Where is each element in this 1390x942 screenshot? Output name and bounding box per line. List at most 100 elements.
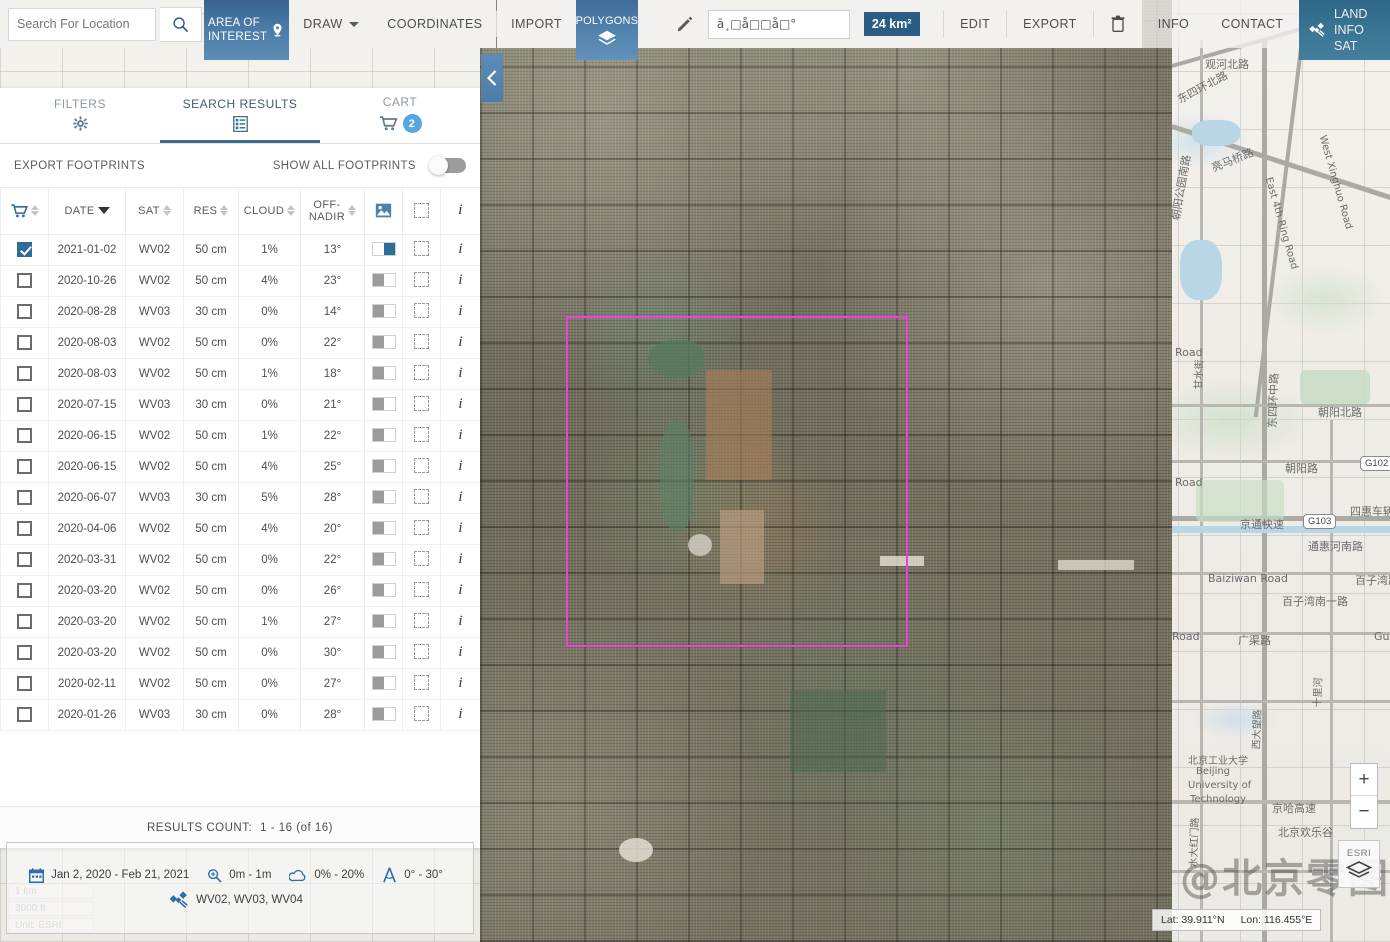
footprint-toggle[interactable] [414,705,429,721]
cell-select[interactable] [0,295,49,328]
contact-button[interactable]: CONTACT [1205,0,1299,48]
cell-info[interactable]: i [440,450,480,483]
area-of-interest-button[interactable]: AREA OF INTEREST [204,0,290,60]
cell-preview[interactable] [364,233,403,266]
row-info-button[interactable]: i [458,334,462,350]
cell-info[interactable]: i [440,295,480,328]
cell-preview[interactable] [364,636,403,669]
land-info-sat-button[interactable]: LAND INFO SAT [1299,0,1390,60]
row-checkbox[interactable] [17,521,32,536]
cell-info[interactable]: i [440,512,480,545]
basemap-toggle-button[interactable]: ESRI [1338,840,1380,888]
preview-thumbnail[interactable] [371,675,396,690]
edit-button[interactable]: EDIT [944,0,1007,48]
cell-footprint[interactable] [402,512,441,545]
show-all-footprints-toggle[interactable] [429,156,466,175]
row-checkbox[interactable] [17,397,32,412]
search-input[interactable] [8,7,156,41]
cell-footprint[interactable] [402,233,441,266]
cell-info[interactable]: i [440,698,480,731]
row-checkbox[interactable] [17,273,32,288]
cell-footprint[interactable] [402,450,441,483]
pencil-icon[interactable] [676,15,694,33]
row-info-button[interactable]: i [458,303,462,319]
row-checkbox[interactable] [17,242,32,257]
preview-thumbnail[interactable] [371,520,396,535]
footprint-toggle[interactable] [414,488,429,504]
polygon-name-input[interactable] [707,9,850,39]
row-info-button[interactable]: i [458,551,462,567]
table-row[interactable]: 2020-06-07 WV03 30 cm 5% 28° i [0,481,480,514]
footprint-toggle[interactable] [414,457,429,473]
column-header-res[interactable]: RES [183,188,239,235]
row-info-button[interactable]: i [458,241,462,257]
preview-thumbnail[interactable] [371,396,396,411]
sort-toggle-cloud[interactable] [287,205,296,217]
preview-thumbnail[interactable] [371,365,396,380]
cell-select[interactable] [0,512,49,545]
row-checkbox[interactable] [17,428,32,443]
footprint-toggle[interactable] [414,240,429,256]
cell-info[interactable]: i [440,605,480,638]
footprint-toggle[interactable] [414,581,429,597]
table-row[interactable]: 2021-01-02 WV02 50 cm 1% 13° i [0,233,480,266]
sort-toggle-date[interactable] [97,207,110,215]
cell-select[interactable] [0,481,49,514]
cell-select[interactable] [0,419,49,452]
cell-footprint[interactable] [402,574,441,607]
cell-select[interactable] [0,698,49,731]
cell-preview[interactable] [364,698,403,731]
column-header-cloud[interactable]: CLOUD [238,188,301,235]
row-info-button[interactable]: i [458,489,462,505]
cell-info[interactable]: i [440,543,480,576]
table-row[interactable]: 2020-03-20 WV02 50 cm 0% 30° i [0,636,480,669]
column-header-sat[interactable]: SAT [125,188,184,235]
row-checkbox[interactable] [17,583,32,598]
row-checkbox[interactable] [17,614,32,629]
footprint-toggle[interactable] [414,395,429,411]
preview-thumbnail[interactable] [371,551,396,566]
column-header-date[interactable]: DATE [48,188,126,235]
row-info-button[interactable]: i [458,582,462,598]
footprint-toggle[interactable] [414,519,429,535]
row-info-button[interactable]: i [458,520,462,536]
footprint-toggle[interactable] [414,333,429,349]
row-checkbox[interactable] [17,304,32,319]
footprint-toggle[interactable] [414,271,429,287]
cell-select[interactable] [0,636,49,669]
cell-preview[interactable] [364,574,403,607]
row-info-button[interactable]: i [458,365,462,381]
sort-toggle-sat[interactable] [162,205,171,217]
cell-info[interactable]: i [440,326,480,359]
cell-select[interactable] [0,233,49,266]
preview-thumbnail[interactable] [371,303,396,318]
cell-info[interactable]: i [440,233,480,266]
row-info-button[interactable]: i [458,675,462,691]
table-row[interactable]: 2020-06-15 WV02 50 cm 1% 22° i [0,419,480,452]
row-checkbox[interactable] [17,490,32,505]
preview-thumbnail[interactable] [371,427,396,442]
draw-menu[interactable]: DRAW [289,0,373,48]
preview-thumbnail[interactable] [371,272,396,287]
cell-preview[interactable] [364,264,403,297]
table-row[interactable]: 2020-01-26 WV03 30 cm 0% 28° i [0,698,480,731]
row-info-button[interactable]: i [458,458,462,474]
cell-select[interactable] [0,667,49,700]
aoi-polygon[interactable] [566,316,908,647]
cell-select[interactable] [0,357,49,390]
preview-thumbnail[interactable] [371,489,396,504]
preview-thumbnail[interactable] [371,613,396,628]
table-row[interactable]: 2020-08-03 WV02 50 cm 1% 18° i [0,357,480,390]
cell-select[interactable] [0,605,49,638]
cell-info[interactable]: i [440,667,480,700]
row-info-button[interactable]: i [458,427,462,443]
cell-footprint[interactable] [402,295,441,328]
row-checkbox[interactable] [17,676,32,691]
cell-preview[interactable] [364,450,403,483]
coordinates-button[interactable]: COORDINATES [373,0,497,48]
table-row[interactable]: 2020-03-20 WV02 50 cm 0% 26° i [0,574,480,607]
table-row[interactable]: 2020-08-28 WV03 30 cm 0% 14° i [0,295,480,328]
cell-preview[interactable] [364,326,403,359]
cell-info[interactable]: i [440,481,480,514]
footprint-toggle[interactable] [414,550,429,566]
